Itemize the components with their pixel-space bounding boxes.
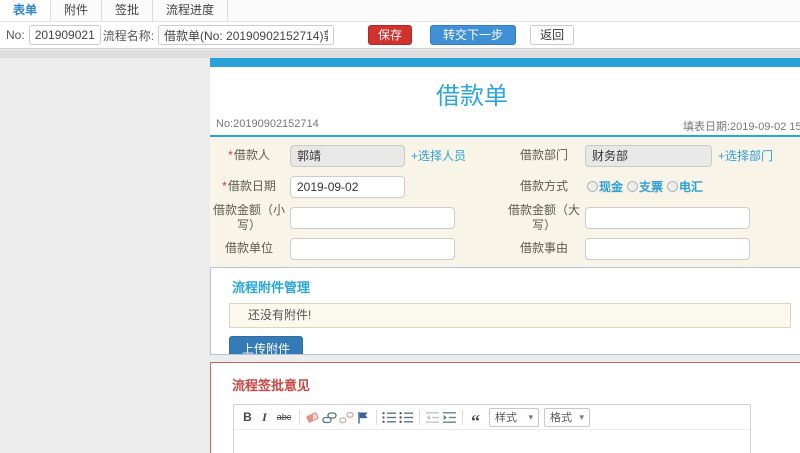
outdent-icon[interactable]: [425, 407, 440, 427]
radio-cheque-label: 支票: [639, 180, 664, 194]
form-row-4: 借款单位 借款事由: [210, 233, 800, 264]
no-attachments-alert: 还没有附件!: [229, 303, 791, 328]
method-label: 借款方式: [519, 179, 568, 193]
department-label: 借款部门: [519, 148, 568, 162]
unlink-icon[interactable]: [339, 407, 354, 427]
link-icon[interactable]: [322, 407, 337, 427]
back-button[interactable]: 返回: [530, 25, 575, 45]
form-no-text: No:20190902152714: [216, 118, 319, 130]
borrower-label: *借款人: [228, 148, 270, 162]
form-fields-area: *借款人 +选择人员 借款部门 +选择部门 *借款日期 借款方式 现金: [210, 135, 800, 273]
flow-name-label: 流程名称:: [102, 28, 155, 43]
tab-form[interactable]: 表单: [0, 0, 52, 21]
radio-cheque[interactable]: 支票: [627, 178, 663, 195]
loan-date-input[interactable]: [290, 175, 405, 198]
loan-form-panel: 借款单 No:20190902152714 填表日期:2019-09-02 15…: [210, 58, 800, 273]
no-label: No:: [6, 28, 25, 42]
format-dropdown[interactable]: 格式 ▾: [544, 407, 590, 427]
radio-circle-icon[interactable]: [587, 181, 598, 192]
amount-upper-input[interactable]: [585, 206, 750, 229]
radio-circle-icon[interactable]: [627, 181, 639, 192]
blockquote-icon[interactable]: “: [468, 407, 483, 430]
chevron-down-icon: ▾: [528, 411, 533, 422]
format-dropdown-label: 格式: [550, 412, 572, 424]
panel-top-bar: [210, 58, 800, 67]
radio-wire-label: 电汇: [679, 180, 704, 194]
bold-icon[interactable]: B: [240, 407, 255, 427]
borrower-input[interactable]: [290, 144, 405, 167]
method-radio-group: 现金 支票 电汇: [587, 178, 707, 195]
flow-toolbar: No: 流程名称: 保存 转交下一步 返回: [0, 22, 800, 48]
required-mark: *: [222, 179, 227, 193]
select-department-link[interactable]: +选择部门: [718, 147, 773, 164]
editor-content-area[interactable]: [234, 430, 750, 453]
toolbar-separator: [376, 409, 377, 425]
form-meta-row: No:20190902152714 填表日期:2019-09-02 15:27:…: [210, 116, 800, 135]
styles-dropdown[interactable]: 样式 ▾: [489, 407, 539, 427]
save-button[interactable]: 保存: [368, 25, 413, 45]
form-date-text: 填表日期:2019-09-02 15:27:1: [683, 121, 800, 133]
upload-attachment-button[interactable]: 上传附件: [229, 336, 304, 354]
no-input[interactable]: [28, 25, 101, 45]
amount-lower-input[interactable]: [290, 206, 455, 229]
radio-cash-label: 现金: [599, 180, 624, 194]
form-row-3: 借款金额（小写） 借款金额（大写）: [210, 202, 800, 233]
page-title: 借款单: [436, 83, 508, 110]
editor-toolbar: B I abc “ 样式 ▾ 格式 ▾: [234, 405, 750, 430]
indent-icon[interactable]: [442, 407, 457, 427]
attachments-header: 流程附件管理: [232, 280, 311, 295]
toolbar-separator: [462, 409, 463, 425]
select-person-link[interactable]: +选择人员: [411, 147, 466, 164]
required-mark: *: [228, 148, 233, 162]
styles-dropdown-label: 样式: [495, 412, 517, 424]
remove-format-icon[interactable]: [305, 407, 320, 427]
tab-progress[interactable]: 流程进度: [153, 0, 229, 21]
toolbar-shadow: [0, 50, 800, 58]
approval-header: 流程签批意见: [232, 378, 311, 393]
unit-input[interactable]: [290, 237, 455, 260]
toolbar-separator: [299, 409, 300, 425]
tab-approval[interactable]: 签批: [102, 0, 154, 21]
approval-panel: 流程签批意见 B I abc “ 样式 ▾ 格式 ▾: [210, 362, 800, 453]
toolbar-separator: [419, 409, 420, 425]
amount-upper-label: 借款金额（大写）: [507, 202, 580, 232]
tab-bar: 表单 附件 签批 流程进度: [0, 0, 800, 22]
top-bar: 表单 附件 签批 流程进度 No: 流程名称: 保存 转交下一步 返回: [0, 0, 800, 49]
numbered-list-icon[interactable]: [382, 407, 397, 427]
form-row-2: *借款日期 借款方式 现金 支票 电汇: [210, 171, 800, 202]
form-row-1: *借款人 +选择人员 借款部门 +选择部门: [210, 140, 800, 171]
tab-attachments[interactable]: 附件: [51, 0, 103, 21]
radio-cash[interactable]: 现金: [587, 178, 623, 195]
radio-circle-icon[interactable]: [667, 181, 679, 192]
forward-next-step-button[interactable]: 转交下一步: [430, 25, 517, 45]
rich-text-editor: B I abc “ 样式 ▾ 格式 ▾: [233, 404, 751, 453]
radio-wire[interactable]: 电汇: [667, 178, 703, 195]
attachments-panel: 流程附件管理 还没有附件! 上传附件: [210, 267, 800, 355]
bulleted-list-icon[interactable]: [399, 407, 414, 427]
reason-input[interactable]: [585, 237, 750, 260]
department-input[interactable]: [585, 144, 712, 167]
strikethrough-icon[interactable]: abc: [274, 407, 294, 427]
amount-lower-label: 借款金额（小写）: [212, 202, 285, 232]
flow-name-input[interactable]: [158, 25, 335, 45]
unit-label: 借款单位: [224, 241, 273, 255]
italic-icon[interactable]: I: [257, 407, 272, 427]
chevron-down-icon: ▾: [579, 411, 584, 422]
reason-label: 借款事由: [519, 241, 568, 255]
loan-date-label: *借款日期: [222, 179, 276, 193]
anchor-flag-icon[interactable]: [356, 407, 371, 427]
